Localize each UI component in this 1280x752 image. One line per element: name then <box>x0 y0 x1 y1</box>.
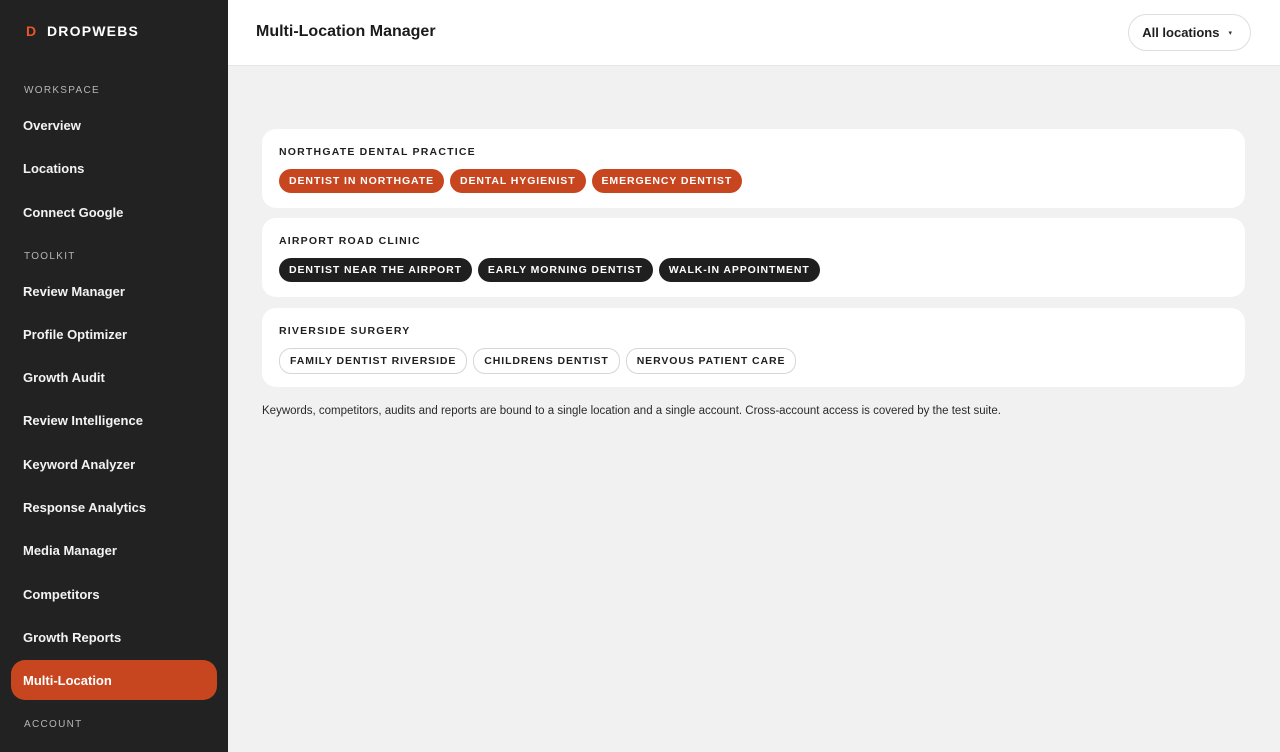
location-select-value: All locations <box>1142 25 1220 40</box>
keyword-tag[interactable]: NERVOUS PATIENT CARE <box>625 348 797 374</box>
sidebar-item-response-analytics[interactable]: Response Analytics <box>11 487 217 527</box>
section-label-workspace: WORKSPACE <box>24 85 100 96</box>
keyword-tag[interactable]: FAMILY DENTIST RIVERSIDE <box>279 348 468 374</box>
sidebar-item-profile-optimizer[interactable]: Profile Optimizer <box>11 314 217 354</box>
location-card-riverside: RIVERSIDE SURGERY FAMILY DENTIST RIVERSI… <box>262 308 1245 387</box>
sidebar-item-review-intelligence[interactable]: Review Intelligence <box>11 400 217 440</box>
sidebar-item-growth-reports[interactable]: Growth Reports <box>11 617 217 657</box>
keyword-tag[interactable]: DENTIST IN NORTHGATE <box>279 169 444 193</box>
location-select[interactable]: All locations ▾ <box>1128 14 1251 51</box>
keyword-tag[interactable]: EMERGENCY DENTIST <box>591 169 743 193</box>
sidebar-item-overview[interactable]: Overview <box>11 105 217 145</box>
keyword-tag[interactable]: DENTAL HYGIENIST <box>449 169 586 193</box>
keyword-tags: DENTIST IN NORTHGATE DENTAL HYGIENIST EM… <box>279 169 743 193</box>
sidebar-item-review-manager[interactable]: Review Manager <box>11 271 217 311</box>
location-card-airport-road: AIRPORT ROAD CLINIC DENTIST NEAR THE AIR… <box>262 218 1245 297</box>
page-title: Multi-Location Manager <box>256 23 436 40</box>
location-name: NORTHGATE DENTAL PRACTICE <box>279 146 476 158</box>
location-card-northgate: NORTHGATE DENTAL PRACTICE DENTIST IN NOR… <box>262 129 1245 208</box>
topbar: Multi-Location Manager All locations ▾ <box>228 0 1280 66</box>
keyword-tag[interactable]: CHILDRENS DENTIST <box>473 348 620 374</box>
chevron-down-icon: ▾ <box>1228 29 1232 37</box>
sidebar-item-keyword-analyzer[interactable]: Keyword Analyzer <box>11 444 217 484</box>
location-name: RIVERSIDE SURGERY <box>279 325 411 337</box>
keyword-tag[interactable]: EARLY MORNING DENTIST <box>477 258 653 282</box>
section-label-account: ACCOUNT <box>24 719 83 730</box>
keyword-tag[interactable]: WALK-IN APPOINTMENT <box>658 258 820 282</box>
section-label-toolkit: TOOLKIT <box>24 251 76 262</box>
keyword-tags: FAMILY DENTIST RIVERSIDE CHILDRENS DENTI… <box>279 348 797 374</box>
sidebar-item-multi-location[interactable]: Multi-Location <box>11 660 217 700</box>
sidebar-item-competitors[interactable]: Competitors <box>11 574 217 614</box>
brand-logo[interactable]: D DROPWEBS <box>24 23 139 39</box>
sidebar-item-locations[interactable]: Locations <box>11 148 217 188</box>
sidebar: D DROPWEBS WORKSPACE Overview Locations … <box>0 0 228 752</box>
location-name: AIRPORT ROAD CLINIC <box>279 235 421 247</box>
sidebar-item-growth-audit[interactable]: Growth Audit <box>11 357 217 397</box>
sidebar-item-connect-google[interactable]: Connect Google <box>11 192 217 232</box>
keyword-tags: DENTIST NEAR THE AIRPORT EARLY MORNING D… <box>279 258 820 282</box>
brand-mark-icon: D <box>25 23 37 39</box>
keyword-tag[interactable]: DENTIST NEAR THE AIRPORT <box>279 258 472 282</box>
brand-name: DROPWEBS <box>47 23 140 39</box>
sidebar-item-media-manager[interactable]: Media Manager <box>11 530 217 570</box>
footnote: Keywords, competitors, audits and report… <box>262 405 1001 417</box>
